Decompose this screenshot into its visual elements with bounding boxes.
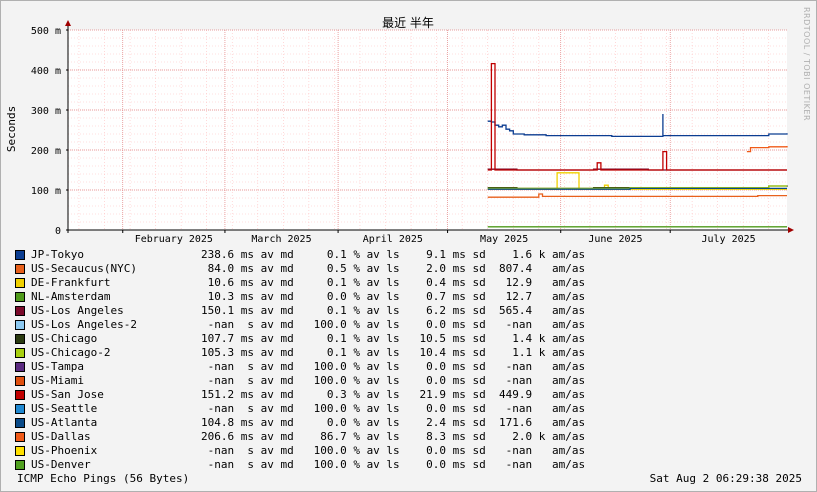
legend-series-stats: 238.6 ms av md 0.1 % av ls 9.1 ms sd 1.6…	[201, 248, 586, 261]
plot-area	[68, 30, 787, 230]
legend-swatch	[15, 334, 25, 344]
legend-series-stats: 104.8 ms av md 0.0 % av ls 2.4 ms sd 171…	[201, 416, 586, 429]
legend-swatch	[15, 306, 25, 316]
y-tick-label: 300 m	[31, 106, 61, 117]
legend-swatch	[15, 362, 25, 372]
y-tick-label: 100 m	[31, 186, 61, 197]
footer-description: ICMP Echo Pings (56 Bytes)	[17, 472, 190, 485]
legend-series-stats: -nan s av md 100.0 % av ls 0.0 ms sd -na…	[201, 458, 586, 471]
legend-series-name: US-Chicago	[31, 332, 98, 345]
legend-series-stats: -nan s av md 100.0 % av ls 0.0 ms sd -na…	[201, 360, 586, 373]
x-tick-label: April 2025	[363, 234, 423, 245]
legend-series-stats: -nan s av md 100.0 % av ls 0.0 ms sd -na…	[201, 374, 586, 387]
legend-series-name: US-Los Angeles	[31, 304, 124, 317]
legend-series-name: DE-Frankfurt	[31, 276, 111, 289]
legend-swatch	[15, 292, 25, 302]
legend-swatch	[15, 250, 25, 260]
y-tick-label: 200 m	[31, 146, 61, 157]
legend-series-stats: 107.7 ms av md 0.1 % av ls 10.5 ms sd 1.…	[201, 332, 586, 345]
legend-series-stats: 151.2 ms av md 0.3 % av ls 21.9 ms sd 44…	[201, 388, 586, 401]
x-axis-arrow	[788, 227, 794, 233]
legend-series-stats: 150.1 ms av md 0.1 % av ls 6.2 ms sd 565…	[201, 304, 586, 317]
legend-series-name: US-Atlanta	[31, 416, 98, 429]
chart-title: 最近 半年	[382, 16, 434, 30]
legend-series-name: JP-Tokyo	[31, 248, 84, 261]
legend-series-stats: -nan s av md 100.0 % av ls 0.0 ms sd -na…	[201, 402, 586, 415]
legend-series-name: US-Secaucus(NYC)	[31, 262, 137, 275]
x-tick-label: March 2025	[251, 234, 311, 245]
x-tick-label: May 2025	[480, 234, 528, 245]
legend-series-name: US-Phoenix	[31, 444, 98, 457]
watermark: RRDTOOL / TOBI OETIKER	[802, 7, 811, 122]
y-tick-label: 0	[55, 226, 61, 237]
legend-series-stats: 206.6 ms av md 86.7 % av ls 8.3 ms sd 2.…	[201, 430, 586, 443]
y-axis-ticks: 0 100 m 200 m 300 m 400 m 500 m	[31, 26, 61, 237]
legend-series-stats: 105.3 ms av md 0.1 % av ls 10.4 ms sd 1.…	[201, 346, 586, 359]
legend-series-name: US-Los Angeles-2	[31, 318, 137, 331]
legend-swatch	[15, 418, 25, 428]
legend-series-name: US-Miami	[31, 374, 84, 387]
y-tick-label: 400 m	[31, 66, 61, 77]
footer-timestamp: Sat Aug 2 06:29:38 2025	[649, 472, 802, 485]
grid	[68, 29, 787, 230]
legend-swatch	[15, 460, 25, 470]
legend-series-name: US-Dallas	[31, 430, 91, 443]
x-tick-label: July 2025	[702, 234, 756, 245]
legend-swatch	[15, 320, 25, 330]
legend-series-stats: 84.0 ms av md 0.5 % av ls 2.0 ms sd 807.…	[201, 262, 586, 275]
legend-series-name: NL-Amsterdam	[31, 290, 111, 303]
x-axis-ticks: February 2025 March 2025 April 2025 May 202…	[135, 234, 756, 245]
legend-swatch	[15, 390, 25, 400]
legend-swatch	[15, 264, 25, 274]
legend-swatch	[15, 376, 25, 386]
legend-series-stats: -nan s av md 100.0 % av ls 0.0 ms sd -na…	[201, 444, 586, 457]
legend-swatch	[15, 348, 25, 358]
y-tick-label: 500 m	[31, 26, 61, 37]
legend-series-stats: 10.3 ms av md 0.0 % av ls 0.7 ms sd 12.7…	[201, 290, 586, 303]
legend-series-stats: -nan s av md 100.0 % av ls 0.0 ms sd -na…	[201, 318, 586, 331]
line-chart: 最近 半年 Seconds 0 100 m 200 m 300 m 400 m 500 m…	[5, 16, 794, 245]
legend-series-name: US-San Jose	[31, 388, 104, 401]
legend-series-name: US-Chicago-2	[31, 346, 111, 359]
legend-series-name: US-Tampa	[31, 360, 84, 373]
legend-swatch	[15, 432, 25, 442]
y-axis-label: Seconds	[5, 106, 18, 152]
x-tick-label: February 2025	[135, 234, 213, 245]
x-tick-label: June 2025	[588, 234, 642, 245]
legend-swatch	[15, 446, 25, 456]
legend-series-stats: 10.6 ms av md 0.1 % av ls 0.4 ms sd 12.9…	[201, 276, 586, 289]
legend-swatch	[15, 278, 25, 288]
y-axis-arrow	[65, 20, 71, 26]
chart-frame: 最近 半年 Seconds 0 100 m 200 m 300 m 400 m 500 m…	[0, 0, 817, 492]
legend-swatch	[15, 404, 25, 414]
legend-series-name: US-Denver	[31, 458, 91, 471]
legend-series-name: US-Seattle	[31, 402, 98, 415]
